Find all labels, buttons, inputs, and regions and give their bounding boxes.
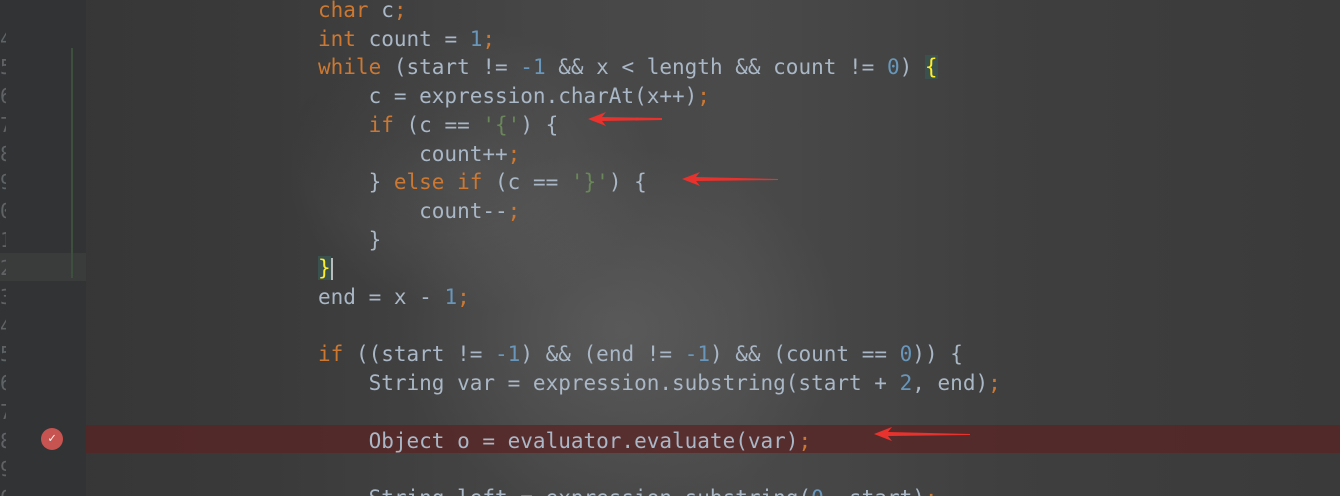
- code-token: -1: [520, 55, 546, 80]
- line-number: 8: [0, 427, 6, 456]
- code-token: if: [318, 342, 344, 367]
- code-line[interactable]: String var = expression.substring(start …: [318, 369, 1001, 398]
- line-number: 9: [0, 455, 6, 484]
- code-line[interactable]: }: [318, 226, 382, 255]
- line-number: 4: [0, 25, 6, 54]
- line-number: 1: [0, 226, 6, 255]
- code-token: ;: [798, 428, 812, 453]
- code-line[interactable]: end = x - 1;: [318, 283, 470, 312]
- line-number: 6: [0, 369, 6, 398]
- code-token: Object o = evaluator.evaluate(var): [318, 428, 799, 453]
- code-line[interactable]: count++;: [318, 140, 520, 169]
- line-number: 4: [0, 312, 6, 341]
- current-line-gutter-highlight: [0, 253, 86, 281]
- code-line[interactable]: if (c == '{') {: [318, 111, 559, 140]
- code-token: ;: [507, 198, 521, 223]
- code-token: ): [899, 55, 925, 80]
- code-token: )) {: [912, 342, 963, 367]
- code-token: 0: [899, 342, 913, 367]
- code-token: ;: [697, 84, 710, 109]
- code-token: ;: [393, 0, 407, 22]
- code-token: else if: [393, 170, 483, 195]
- code-token: count++: [318, 141, 508, 166]
- code-token: }: [318, 170, 394, 195]
- code-token: -1: [684, 342, 710, 367]
- red-arrow-annotation: [588, 112, 662, 126]
- code-line[interactable]: }: [318, 254, 333, 283]
- code-token: c = expression.charAt(x++): [318, 84, 698, 109]
- text-caret: [330, 258, 333, 281]
- code-token: && x < length && count !=: [545, 55, 887, 80]
- code-line[interactable]: if ((start != -1) && (end != -1) && (cou…: [318, 340, 963, 369]
- code-token: ) && (end !=: [520, 342, 685, 367]
- line-number: 9: [0, 168, 6, 197]
- code-line[interactable]: c = expression.charAt(x++);: [318, 82, 710, 111]
- line-number: 8: [0, 140, 6, 169]
- code-token: 0: [886, 55, 900, 80]
- code-token: ((start !=: [343, 342, 496, 367]
- code-token: ;: [925, 486, 938, 496]
- code-token: 1: [444, 285, 458, 309]
- red-arrow-annotation: [874, 427, 970, 441]
- code-token: }: [318, 227, 382, 252]
- code-token: ;: [457, 285, 470, 309]
- code-token: end = x -: [318, 285, 445, 309]
- line-number: 7: [0, 111, 6, 140]
- code-line[interactable]: } else if (c == '}') {: [318, 168, 647, 197]
- code-token: (c ==: [482, 170, 571, 195]
- vcs-change-marker: [71, 48, 73, 278]
- code-token: ) && (count ==: [709, 342, 900, 367]
- code-line[interactable]: int count = 1;: [318, 25, 495, 54]
- code-token: -1: [495, 342, 521, 367]
- code-token: String left = expression.substring(: [318, 486, 812, 496]
- code-token: ;: [988, 371, 1001, 396]
- code-token: count--: [318, 198, 508, 223]
- code-editor[interactable]: 45678901234567890 ✓ char c;int count = 1…: [0, 0, 1340, 496]
- code-token: c: [368, 0, 394, 22]
- code-line[interactable]: char c;: [318, 0, 407, 25]
- line-number: 7: [0, 398, 6, 427]
- code-token: , end): [912, 371, 989, 396]
- code-token: ) {: [520, 112, 559, 137]
- code-token: }: [318, 256, 331, 281]
- code-token: if: [368, 112, 394, 137]
- code-token: 2: [899, 371, 913, 396]
- line-number: 2: [0, 254, 6, 283]
- code-token: ) {: [608, 170, 647, 195]
- code-token: (start !=: [381, 55, 521, 80]
- line-number: 6: [0, 82, 6, 111]
- code-token: ;: [482, 26, 496, 51]
- code-token: 0: [811, 486, 824, 496]
- code-token: int: [318, 26, 356, 51]
- line-number: 0: [0, 484, 6, 496]
- code-token: char: [318, 0, 369, 22]
- line-number-gutter[interactable]: 45678901234567890 ✓: [0, 0, 86, 496]
- line-number: 3: [0, 283, 6, 312]
- code-token: count =: [355, 26, 470, 51]
- code-token: ;: [507, 141, 521, 166]
- code-line[interactable]: count--;: [318, 197, 520, 226]
- line-number: 0: [0, 197, 6, 226]
- breakpoint-icon[interactable]: ✓: [41, 428, 63, 450]
- code-line[interactable]: String left = expression.substring(0, st…: [318, 484, 938, 496]
- code-line[interactable]: Object o = evaluator.evaluate(var);: [318, 427, 812, 456]
- code-token: '}': [570, 170, 609, 195]
- line-number: 5: [0, 340, 6, 369]
- red-arrow-annotation: [682, 172, 778, 186]
- code-token: String var = expression.substring(start …: [318, 371, 900, 396]
- code-token: while: [318, 55, 382, 80]
- code-token: (c ==: [393, 112, 483, 137]
- line-number: 5: [0, 53, 6, 82]
- code-token: {: [924, 55, 938, 80]
- code-token: , start): [824, 486, 925, 496]
- code-token: 1: [469, 26, 483, 51]
- code-token: '{': [482, 112, 521, 137]
- code-line[interactable]: while (start != -1 && x < length && coun…: [318, 53, 938, 82]
